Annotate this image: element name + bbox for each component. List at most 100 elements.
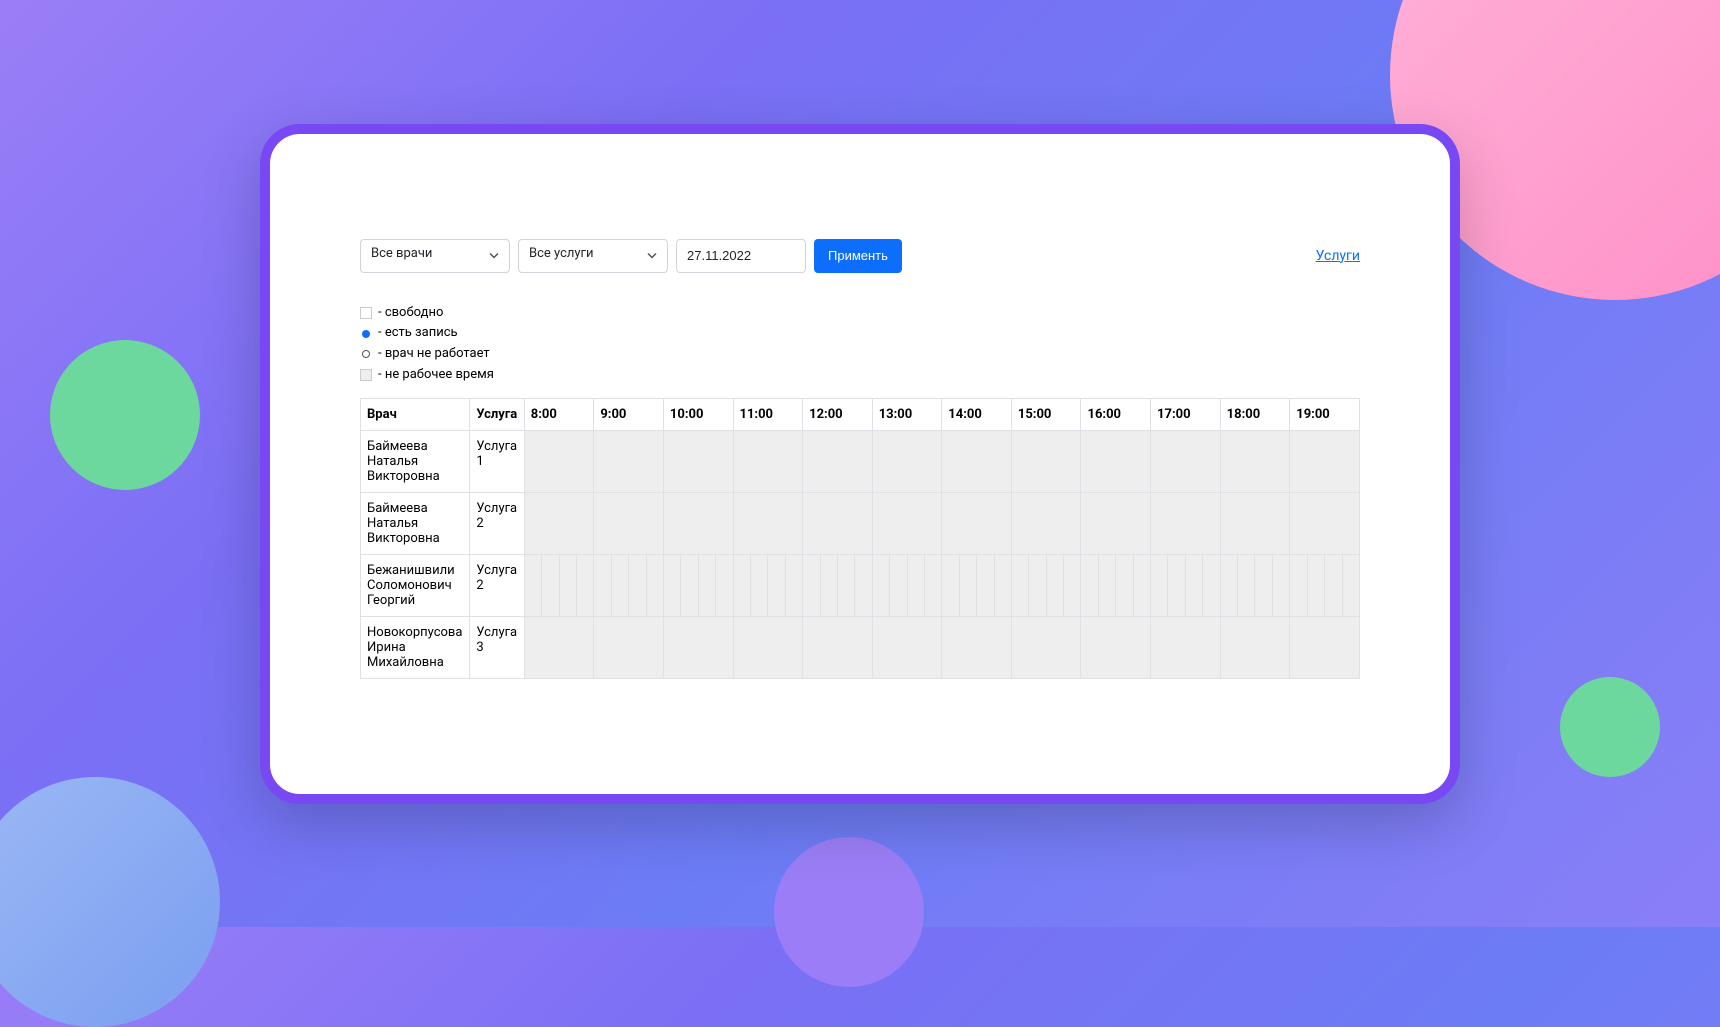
th-time: 16:00 [1081, 398, 1151, 430]
table-row: Новокорпусова Ирина МихайловнаУслуга 3 [361, 616, 1360, 678]
service-cell: Услуга 1 [470, 430, 524, 492]
time-slot-cell[interactable] [803, 554, 873, 616]
th-time: 11:00 [733, 398, 803, 430]
th-doctor: Врач [361, 398, 470, 430]
time-slot-cell[interactable] [733, 616, 803, 678]
th-time: 8:00 [524, 398, 594, 430]
apply-button[interactable]: Применть [814, 239, 902, 273]
table-row: Бежанишвили Соломонович ГеоргийУслуга 2 [361, 554, 1360, 616]
legend-free-label: - свободно [378, 303, 443, 324]
date-input[interactable] [676, 239, 806, 273]
time-slot-cell[interactable] [663, 616, 733, 678]
th-time: 9:00 [594, 398, 664, 430]
th-time: 15:00 [1011, 398, 1081, 430]
time-slot-cell[interactable] [872, 430, 942, 492]
time-slot-cell[interactable] [594, 492, 664, 554]
filters-row: Все врачи Все услуги Применть Услуги [360, 239, 1360, 273]
time-slot-cell[interactable] [1081, 430, 1151, 492]
time-slot-cell[interactable] [663, 554, 733, 616]
service-cell: Услуга 2 [470, 492, 524, 554]
time-slot-cell[interactable] [524, 554, 594, 616]
legend-booked-label: - есть запись [378, 323, 458, 344]
schedule-table: Врач Услуга 8:009:0010:0011:0012:0013:00… [360, 398, 1360, 679]
table-header-row: Врач Услуга 8:009:0010:0011:0012:0013:00… [361, 398, 1360, 430]
time-slot-cell[interactable] [1151, 616, 1221, 678]
time-slot-cell[interactable] [594, 554, 664, 616]
service-select[interactable]: Все услуги [518, 239, 668, 273]
time-slot-cell[interactable] [1151, 554, 1221, 616]
time-slot-cell[interactable] [594, 616, 664, 678]
time-slot-cell[interactable] [872, 616, 942, 678]
time-slot-cell[interactable] [1151, 492, 1221, 554]
th-time: 14:00 [942, 398, 1012, 430]
time-slot-cell[interactable] [1220, 492, 1290, 554]
bg-decoration-blue [0, 777, 220, 1027]
time-slot-cell[interactable] [803, 430, 873, 492]
time-slot-cell[interactable] [1290, 554, 1360, 616]
th-time: 19:00 [1290, 398, 1360, 430]
th-time: 18:00 [1220, 398, 1290, 430]
time-slot-cell[interactable] [803, 492, 873, 554]
time-slot-cell[interactable] [1011, 554, 1081, 616]
doctor-name-cell: Новокорпусова Ирина Михайловна [361, 616, 470, 678]
legend-box-gray-icon [360, 369, 372, 381]
time-slot-cell[interactable] [1220, 554, 1290, 616]
time-slot-cell[interactable] [1011, 492, 1081, 554]
time-slot-cell[interactable] [942, 492, 1012, 554]
legend-not-working: - врач не работает [360, 344, 1360, 365]
time-slot-cell[interactable] [872, 492, 942, 554]
doctor-select-wrapper: Все врачи [360, 239, 510, 273]
service-cell: Услуга 3 [470, 616, 524, 678]
time-slot-cell[interactable] [663, 430, 733, 492]
legend-not-working-label: - врач не работает [378, 344, 490, 365]
time-slot-cell[interactable] [1151, 430, 1221, 492]
time-slot-cell[interactable] [733, 492, 803, 554]
time-slot-cell[interactable] [1081, 554, 1151, 616]
th-service: Услуга [470, 398, 524, 430]
legend-non-working-time: - не рабочее время [360, 365, 1360, 386]
app-frame: Все врачи Все услуги Применть Услуги - с… [260, 124, 1460, 804]
time-slot-cell[interactable] [524, 430, 594, 492]
time-slot-cell[interactable] [942, 430, 1012, 492]
time-slot-cell[interactable] [1011, 616, 1081, 678]
time-slot-cell[interactable] [942, 554, 1012, 616]
th-time: 10:00 [663, 398, 733, 430]
table-row: Баймеева Наталья ВикторовнаУслуга 2 [361, 492, 1360, 554]
doctor-name-cell: Баймеева Наталья Викторовна [361, 430, 470, 492]
legend-booked: - есть запись [360, 323, 1360, 344]
services-link[interactable]: Услуги [1316, 248, 1360, 264]
bg-decoration-purple [774, 837, 924, 987]
time-slot-cell[interactable] [1220, 430, 1290, 492]
time-slot-cell[interactable] [872, 554, 942, 616]
th-time: 17:00 [1151, 398, 1221, 430]
time-slot-cell[interactable] [1011, 430, 1081, 492]
time-slot-cell[interactable] [663, 492, 733, 554]
time-slot-cell[interactable] [1290, 492, 1360, 554]
service-cell: Услуга 2 [470, 554, 524, 616]
time-slot-cell[interactable] [1290, 430, 1360, 492]
legend-non-working-time-label: - не рабочее время [378, 365, 494, 386]
time-slot-cell[interactable] [1290, 616, 1360, 678]
time-slot-cell[interactable] [942, 616, 1012, 678]
time-slot-cell[interactable] [594, 430, 664, 492]
time-slot-cell[interactable] [1220, 616, 1290, 678]
time-slot-cell[interactable] [524, 492, 594, 554]
time-slot-cell[interactable] [1081, 616, 1151, 678]
th-time: 12:00 [803, 398, 873, 430]
legend-dot-not-working-icon [362, 350, 370, 358]
legend-free: - свободно [360, 303, 1360, 324]
bg-decoration-green-left [50, 340, 200, 490]
service-select-wrapper: Все услуги [518, 239, 668, 273]
doctor-select[interactable]: Все врачи [360, 239, 510, 273]
legend-box-free-icon [360, 307, 372, 319]
time-slot-cell[interactable] [524, 616, 594, 678]
doctor-name-cell: Баймеева Наталья Викторовна [361, 492, 470, 554]
legend: - свободно - есть запись - врач не работ… [360, 303, 1360, 386]
time-slot-cell[interactable] [733, 554, 803, 616]
bg-decoration-green-right [1560, 677, 1660, 777]
time-slot-cell[interactable] [1081, 492, 1151, 554]
legend-dot-booked-icon [362, 330, 370, 338]
time-slot-cell[interactable] [803, 616, 873, 678]
time-slot-cell[interactable] [733, 430, 803, 492]
doctor-name-cell: Бежанишвили Соломонович Георгий [361, 554, 470, 616]
